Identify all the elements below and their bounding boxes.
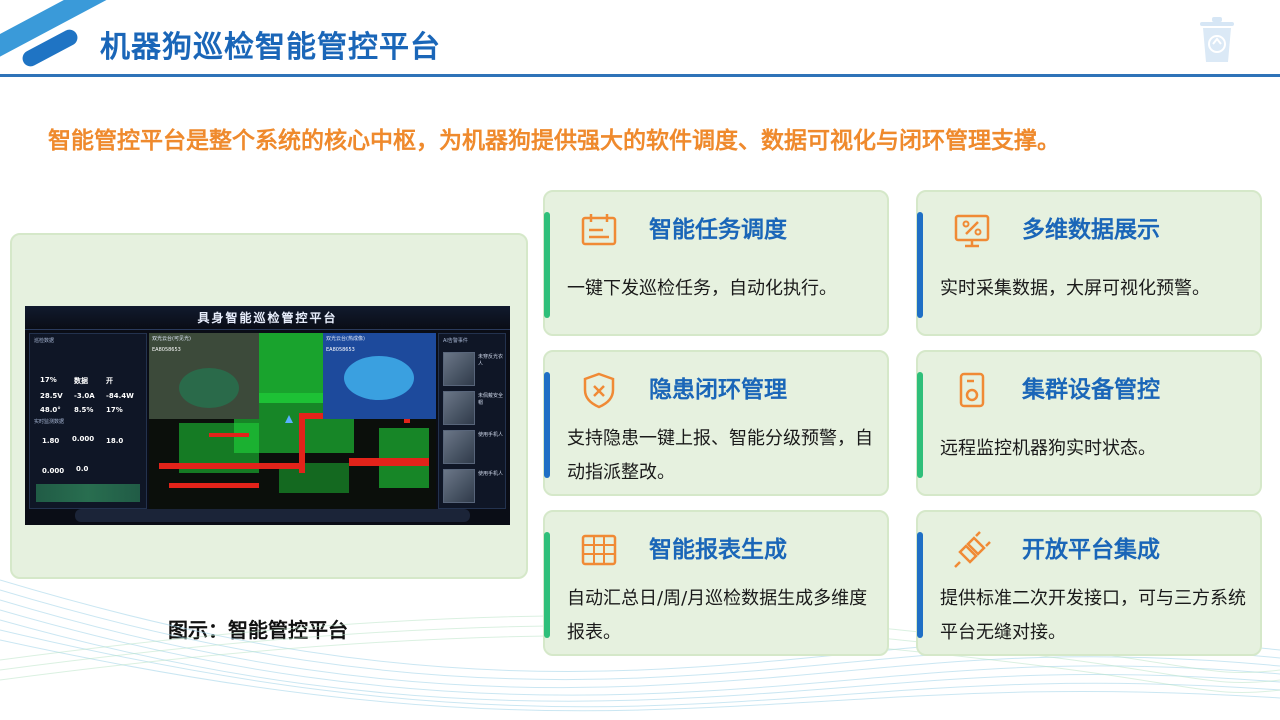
card-description: 一键下发巡检任务，自动化执行。 xyxy=(567,278,837,299)
card-description: 自动汇总日/周/月巡检数据生成多维度报表。 xyxy=(567,588,868,643)
device-icon xyxy=(959,372,985,408)
alarm-thumbnail[interactable] xyxy=(443,430,475,464)
stat-value: 17% xyxy=(106,406,123,414)
monitor-chart-icon xyxy=(954,214,990,248)
grid-table-icon xyxy=(581,534,617,566)
card-accent-bar xyxy=(917,372,923,478)
point-cloud-map: 双光云台(可见光) EA8058653 双光云台(热成像) EA8058653 xyxy=(149,333,436,509)
card-description: 提供标准二次开发接口，可与三方系统平台无缝对接。 xyxy=(940,588,1246,643)
camera-id: EA8058653 xyxy=(326,347,355,353)
feature-card-task-scheduling: 智能任务调度 一键下发巡检任务，自动化执行。 xyxy=(543,190,889,336)
card-title: 多维数据展示 xyxy=(1022,217,1160,243)
alarm-item: 使用手机人 xyxy=(478,432,504,438)
gas-value: 0.000 xyxy=(72,435,95,443)
stat-value: 28.5V xyxy=(40,392,63,400)
gas-value: 18.0 xyxy=(106,437,124,445)
alarm-panel-title: AI告警事件 xyxy=(443,338,468,344)
camera-label: 双光云台(热成像) xyxy=(326,336,365,342)
alarm-thumbnail[interactable] xyxy=(443,352,475,386)
calendar-icon xyxy=(581,214,617,246)
stat-value: 8.5% xyxy=(74,406,94,414)
alarm-item: 未穿反光衣人 xyxy=(478,354,504,367)
card-title: 智能报表生成 xyxy=(649,537,787,563)
monitor-section-title: 实时监测数据 xyxy=(34,419,65,425)
card-description: 支持隐患一键上报、智能分级预警，自动指派整改。 xyxy=(567,428,873,483)
feature-card-device-control: 集群设备管控 远程监控机器狗实时状态。 xyxy=(916,350,1262,496)
card-accent-bar xyxy=(544,372,550,478)
card-title: 集群设备管控 xyxy=(1022,377,1160,403)
alarm-thumbnail[interactable] xyxy=(443,391,475,425)
card-description: 实时采集数据，大屏可视化预警。 xyxy=(940,278,1210,299)
card-title: 隐患闭环管理 xyxy=(649,377,787,403)
camera-label: 双光云台(可见光) xyxy=(152,336,191,342)
shield-x-icon xyxy=(583,372,615,409)
card-description: 远程监控机器狗实时状态。 xyxy=(940,438,1156,459)
mini-chart xyxy=(36,484,140,502)
ai-alarm-panel: AI告警事件 未穿反光衣人 未佩戴安全帽 使用手机人 使用手机人 xyxy=(438,333,506,509)
feature-card-report-generation: 智能报表生成 自动汇总日/周/月巡检数据生成多维度报表。 xyxy=(543,510,889,656)
card-accent-bar xyxy=(917,212,923,318)
alarm-item: 使用手机人 xyxy=(478,471,504,477)
recycle-bin-icon[interactable] xyxy=(1198,16,1236,64)
feature-card-platform-integration: 开放平台集成 提供标准二次开发接口，可与三方系统平台无缝对接。 xyxy=(916,510,1262,656)
intro-text: 智能管控平台是整个系统的核心中枢，为机器狗提供强大的软件调度、数据可视化与闭环管… xyxy=(48,128,1060,154)
alarm-thumbnail[interactable] xyxy=(443,469,475,503)
dashboard-toolbar[interactable] xyxy=(75,509,470,522)
card-accent-bar xyxy=(544,532,550,638)
stat-value: 数据 xyxy=(74,377,88,385)
card-title: 开放平台集成 xyxy=(1022,537,1160,563)
feature-card-data-display: 多维数据展示 实时采集数据，大屏可视化预警。 xyxy=(916,190,1262,336)
stat-value: 开 xyxy=(106,377,113,385)
card-title: 智能任务调度 xyxy=(649,217,787,243)
stat-value: -3.0A xyxy=(74,392,95,400)
gas-value: 1.80 xyxy=(42,437,60,445)
stats-section-title: 巡检数据 xyxy=(34,338,55,344)
card-accent-bar xyxy=(917,532,923,638)
card-accent-bar xyxy=(544,212,550,318)
feature-card-hazard-management: 隐患闭环管理 支持隐患一键上报、智能分级预警，自动指派整改。 xyxy=(543,350,889,496)
dashboard-title: 具身智能巡检管控平台 xyxy=(197,311,338,325)
page-title: 机器狗巡检智能管控平台 xyxy=(100,30,441,65)
stat-value: 17% xyxy=(40,376,57,384)
gas-value: 0.0 xyxy=(76,465,89,473)
header-divider xyxy=(0,74,1280,77)
stat-value: -84.4W xyxy=(106,392,134,400)
stat-value: 48.0° xyxy=(40,406,61,414)
gas-value: 0.000 xyxy=(42,467,65,475)
camera-id: EA8058653 xyxy=(152,347,181,353)
plug-icon xyxy=(954,531,991,568)
dashboard-screenshot: 具身智能巡检管控平台 巡检数据 17% 数据 开 28.5V -3.0A -84… xyxy=(25,306,510,525)
dashboard-header: 具身智能巡检管控平台 xyxy=(25,306,510,330)
dashboard-stats-panel: 巡检数据 17% 数据 开 28.5V -3.0A -84.4W 48.0° 8… xyxy=(29,333,147,509)
alarm-item: 未佩戴安全帽 xyxy=(478,393,504,406)
